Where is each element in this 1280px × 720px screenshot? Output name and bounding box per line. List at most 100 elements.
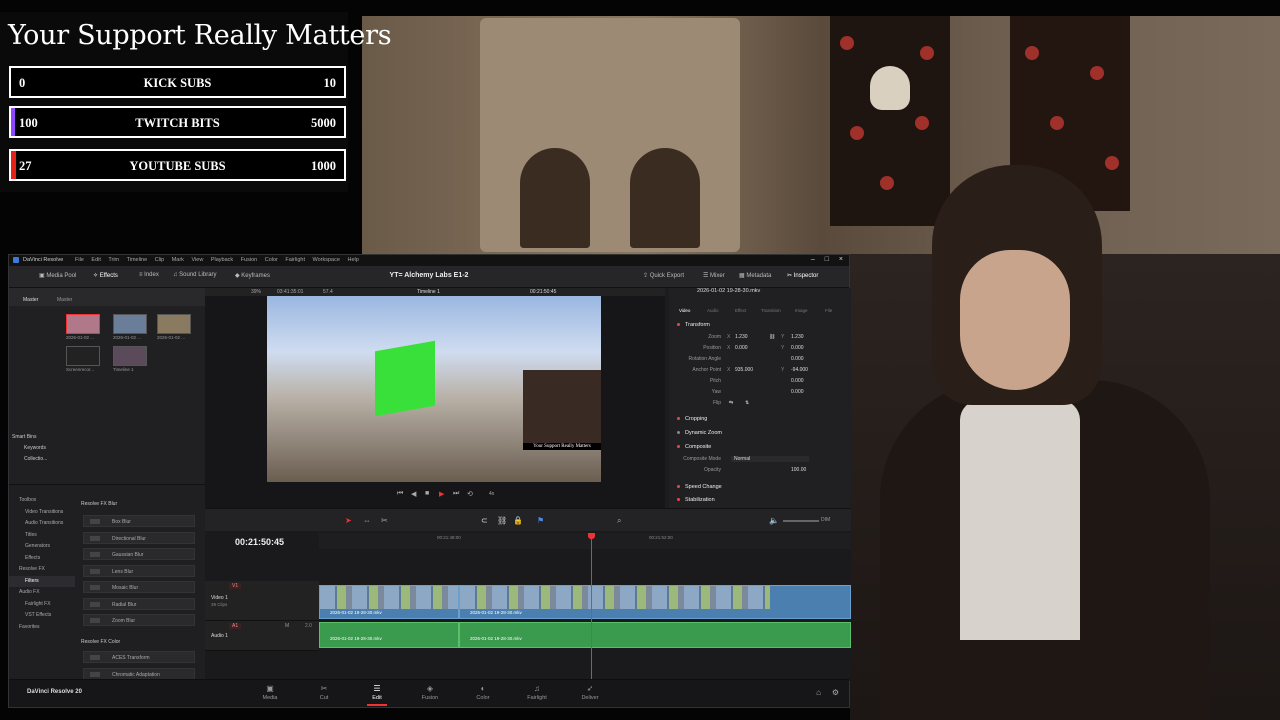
anchor-y-value[interactable]: -94.000 <box>791 367 808 373</box>
track-v1-label[interactable]: V1 <box>229 583 242 589</box>
tab-audio[interactable]: Audio <box>707 308 719 313</box>
enabled-dot[interactable] <box>677 485 680 489</box>
tab-effect[interactable]: Effect <box>735 308 746 313</box>
audio-clip[interactable]: 2026-01-02 19-28-30.mkv <box>319 622 459 648</box>
video-clip[interactable]: 2026-01-02 19-28-30.mkv <box>319 585 459 619</box>
menu-fairlight[interactable]: Fairlight <box>285 257 305 263</box>
tree-fairlight-fx[interactable]: Fairlight FX <box>9 599 75 611</box>
snapping-icon[interactable]: ⊂ <box>481 516 488 525</box>
tree-filters[interactable]: Filters <box>9 575 75 587</box>
menu-color[interactable]: Color <box>265 257 278 263</box>
settings-icon[interactable]: ⚙ <box>832 688 839 697</box>
section-composite[interactable]: Composite <box>677 444 711 450</box>
fx-item[interactable]: Lens Blur <box>83 565 195 577</box>
position-y-value[interactable]: 0.000 <box>791 345 804 351</box>
fx-item[interactable]: Box Blur <box>83 515 195 527</box>
track-a1-label[interactable]: A1 <box>229 623 242 629</box>
close-icon[interactable]: × <box>839 256 843 263</box>
fx-item[interactable]: Directional Blur <box>83 532 195 544</box>
menu-playback[interactable]: Playback <box>211 257 233 263</box>
tree-favorites[interactable]: Favorites <box>9 622 75 634</box>
tab-file[interactable]: File <box>825 308 832 313</box>
clip-thumbnail[interactable] <box>66 314 100 334</box>
enabled-dot[interactable] <box>677 498 680 502</box>
loop-icon[interactable]: ⟲ <box>467 490 473 498</box>
tree-effects[interactable]: Effects <box>9 553 75 565</box>
tab-video[interactable]: Video <box>679 308 690 313</box>
flip-vertical-icon[interactable]: ⇅ <box>745 400 749 406</box>
page-deliver[interactable]: ➶ Deliver <box>570 684 610 701</box>
page-fairlight[interactable]: ♫ Fairlight <box>517 684 557 701</box>
tree-vst-effects[interactable]: VST Effects <box>9 610 75 622</box>
tree-audio-transitions[interactable]: Audio Transitions <box>9 518 75 530</box>
fx-item[interactable]: Radial Blur <box>83 598 195 610</box>
blade-tool-icon[interactable]: ✂ <box>381 516 388 525</box>
tab-image[interactable]: Image <box>795 308 808 313</box>
zoom-y-value[interactable]: 1.230 <box>791 334 804 340</box>
flip-horizontal-icon[interactable]: ⇆ <box>729 400 733 406</box>
section-dynamic-zoom[interactable]: Dynamic Zoom <box>677 430 722 436</box>
volume-slider[interactable] <box>783 520 819 522</box>
linked-selection-icon[interactable]: ⛓ <box>497 516 507 525</box>
section-transform[interactable]: Transform <box>677 322 710 328</box>
timeline-thumbnail[interactable] <box>113 346 147 366</box>
inspector-button[interactable]: ✂ Inspector <box>787 272 818 279</box>
play-icon[interactable]: ▶ <box>439 490 444 498</box>
skip-back-icon[interactable]: ⏮ <box>397 490 403 498</box>
fx-item[interactable]: Zoom Blur <box>83 614 195 626</box>
flag-icon[interactable]: ⚑ <box>537 516 544 525</box>
metadata-button[interactable]: ▦ Metadata <box>739 272 771 279</box>
viewer-frame[interactable]: Your Support Really Matters <box>267 296 601 482</box>
page-cut[interactable]: ✂ Cut <box>304 684 344 701</box>
clip-thumbnail[interactable] <box>113 314 147 334</box>
quick-export-button[interactable]: ⇪ Quick Export <box>643 272 684 279</box>
skip-forward-icon[interactable]: ⏭ <box>453 490 459 498</box>
enabled-dot[interactable] <box>677 431 680 435</box>
tree-titles[interactable]: Titles <box>9 530 75 542</box>
section-speed-change[interactable]: Speed Change <box>677 484 722 490</box>
tree-toolbox[interactable]: Toolbox <box>9 495 75 507</box>
playhead[interactable] <box>591 533 592 681</box>
stop-icon[interactable]: ■ <box>425 490 429 497</box>
page-media[interactable]: ▣ Media <box>250 684 290 701</box>
menu-timeline[interactable]: Timeline <box>127 257 148 263</box>
clip-thumbnail[interactable] <box>157 314 191 334</box>
zoom-icon[interactable]: ⌕ <box>617 516 621 526</box>
dim-button[interactable]: DIM <box>821 517 830 523</box>
fx-item[interactable]: Mosaic Blur <box>83 581 195 593</box>
menu-mark[interactable]: Mark <box>172 257 184 263</box>
composite-mode-select[interactable]: Normal <box>731 456 809 462</box>
lock-icon[interactable]: 🔒 <box>513 516 523 525</box>
play-reverse-icon[interactable]: ◀ <box>411 490 416 498</box>
fx-item[interactable]: ACES Transform <box>83 651 195 663</box>
bin-keywords[interactable]: Keywords <box>24 445 47 451</box>
menu-trim[interactable]: Trim <box>108 257 119 263</box>
enabled-dot[interactable] <box>677 445 680 449</box>
menu-file[interactable]: File <box>75 257 84 263</box>
enabled-dot[interactable] <box>677 417 680 421</box>
enabled-dot[interactable] <box>677 323 680 327</box>
menu-view[interactable]: View <box>191 257 203 263</box>
viewer-timeline-name[interactable]: Timeline 1 <box>417 289 440 295</box>
page-edit[interactable]: ☰ Edit <box>357 684 397 706</box>
anchor-x-value[interactable]: 935.000 <box>735 367 753 373</box>
menu-help[interactable]: Help <box>347 257 358 263</box>
tab-transition[interactable]: Transition <box>761 308 781 313</box>
fx-item[interactable]: Gaussian Blur <box>83 548 195 560</box>
rotation-value[interactable]: 0.000 <box>791 356 804 362</box>
video-clip[interactable]: 2026-01-02 19-28-30.mkv <box>459 585 851 619</box>
viewer-zoom[interactable]: 39% <box>251 289 261 295</box>
bin-collections[interactable]: Collectio... <box>24 456 47 462</box>
tree-audio-fx[interactable]: Audio FX <box>9 587 75 599</box>
mute-button[interactable]: M <box>285 623 289 629</box>
section-stabilization[interactable]: Stabilization <box>677 497 715 503</box>
select-tool-icon[interactable]: ➤ <box>345 516 352 525</box>
audio-clip[interactable]: 2026-01-02 19-28-30.mkv <box>459 622 851 648</box>
tree-video-transitions[interactable]: Video Transitions <box>9 507 75 519</box>
volume-icon[interactable]: 🔈 <box>769 516 779 525</box>
menu-workspace[interactable]: Workspace <box>313 257 340 263</box>
maximize-icon[interactable]: □ <box>825 256 829 263</box>
bin-tab-master[interactable]: Master <box>23 297 38 303</box>
pitch-value[interactable]: 0.000 <box>791 378 804 384</box>
zoom-x-value[interactable]: 1.230 <box>735 334 748 340</box>
